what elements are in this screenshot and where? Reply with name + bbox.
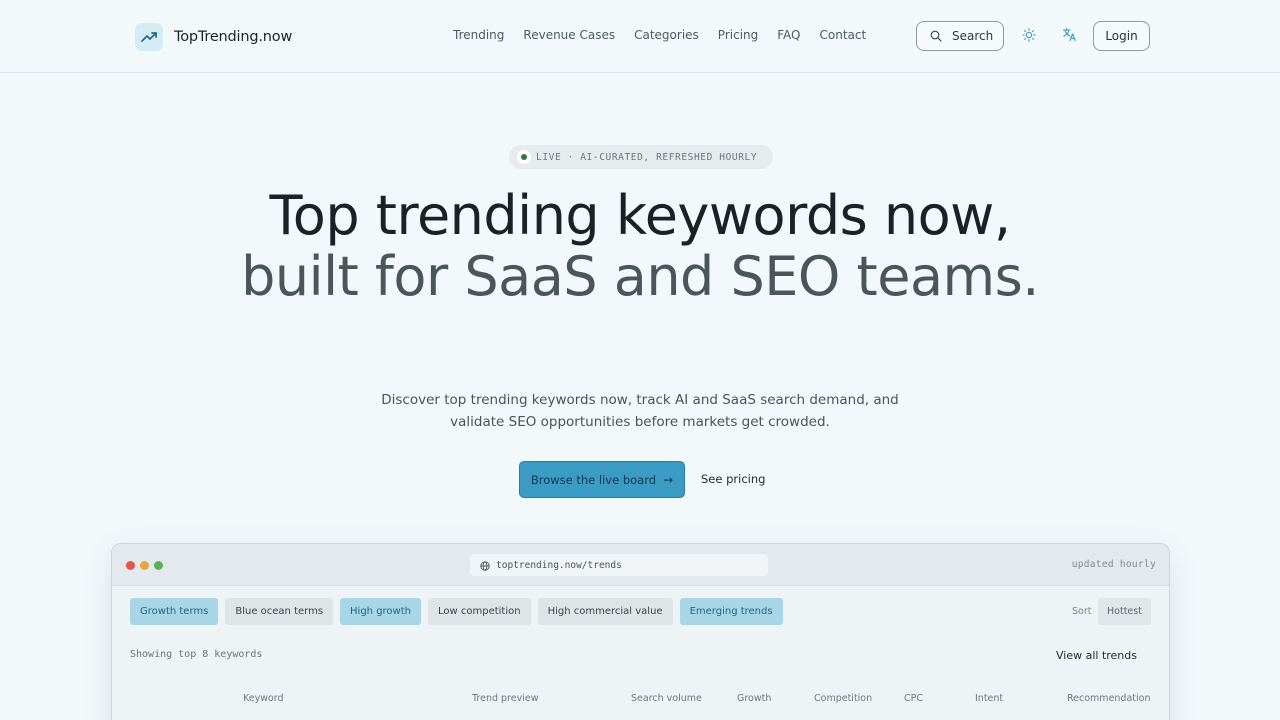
globe-icon — [480, 556, 490, 575]
updated-label: updated hourly — [1071, 559, 1156, 570]
sort-select[interactable]: Hottest — [1098, 598, 1151, 625]
sort-label: Sort — [1072, 606, 1092, 617]
window-minimize-dot — [140, 561, 149, 570]
live-badge-text: LIVE · AI-CURATED, REFRESHED HOURLY — [536, 151, 758, 163]
search-button[interactable]: Search — [916, 21, 1004, 51]
see-pricing-link[interactable]: See pricing — [701, 472, 765, 486]
nav-item-contact[interactable]: Contact — [820, 28, 867, 42]
showing-count: Showing top 8 keywords — [130, 649, 263, 660]
browse-live-board-button[interactable]: Browse the live board → — [519, 461, 685, 498]
sun-icon — [1022, 27, 1036, 46]
search-label: Search — [952, 29, 994, 43]
hero-title-line2: built for SaaS and SEO teams. — [241, 245, 1039, 308]
filter-chip-high-growth[interactable]: High growth — [340, 598, 421, 625]
url-text: toptrending.now/trends — [496, 559, 622, 571]
nav-item-trending[interactable]: Trending — [453, 28, 504, 42]
dashboard-preview: toptrending.now/trends updated hourly Gr… — [111, 543, 1170, 720]
view-all-trends-link[interactable]: View all trends — [1056, 649, 1137, 662]
trending-up-icon — [135, 23, 163, 51]
browse-live-board-label: Browse the live board — [530, 472, 657, 487]
column-header-intent[interactable]: Intent — [975, 693, 1003, 704]
column-header-search-volume[interactable]: Search volume — [631, 693, 702, 704]
hero-title-line1: Top trending keywords now, — [269, 184, 1011, 247]
column-header-trend-preview[interactable]: Trend preview — [472, 693, 538, 704]
filter-chip-growth-terms[interactable]: Growth terms — [130, 598, 219, 625]
filter-chips: Growth terms Blue ocean terms High growt… — [130, 598, 790, 625]
brand-name: TopTrending.now — [174, 29, 293, 45]
theme-toggle-button[interactable] — [1019, 26, 1039, 46]
nav-item-categories[interactable]: Categories — [634, 28, 699, 42]
hero-title: Top trending keywords now, built for Saa… — [140, 185, 1140, 307]
filter-chip-blue-ocean-terms[interactable]: Blue ocean terms — [225, 598, 334, 625]
main-nav: Trending Revenue Cases Categories Pricin… — [453, 28, 885, 42]
language-button[interactable] — [1059, 26, 1079, 46]
nav-item-revenue-cases[interactable]: Revenue Cases — [523, 28, 615, 42]
filter-chip-emerging-trends[interactable]: Emerging trends — [679, 598, 783, 625]
brand-logo[interactable]: TopTrending.now — [135, 23, 292, 51]
login-button[interactable]: Login — [1093, 21, 1150, 51]
nav-item-faq[interactable]: FAQ — [777, 28, 800, 42]
filter-chip-high-commercial-value[interactable]: High commercial value — [537, 598, 673, 625]
filter-chip-low-competition[interactable]: Low competition — [428, 598, 531, 625]
window-close-dot — [126, 561, 135, 570]
live-indicator — [517, 150, 531, 164]
nav-item-pricing[interactable]: Pricing — [718, 28, 758, 42]
hero-subtitle: Discover top trending keywords now, trac… — [381, 392, 899, 430]
column-header-recommendation[interactable]: Recommendation — [1067, 693, 1150, 704]
browser-toolbar: toptrending.now/trends updated hourly — [112, 544, 1169, 586]
arrow-right-icon: → — [663, 472, 674, 487]
column-header-competition[interactable]: Competition — [814, 693, 872, 704]
column-header-cpc[interactable]: CPC — [904, 693, 923, 704]
window-maximize-dot — [154, 561, 163, 570]
search-icon — [930, 27, 942, 46]
column-header-keyword[interactable]: Keyword — [243, 693, 284, 704]
live-badge: LIVE · AI-CURATED, REFRESHED HOURLY — [509, 145, 773, 169]
site-header: TopTrending.now Trending Revenue Cases C… — [0, 0, 1280, 73]
translate-icon — [1062, 27, 1077, 46]
column-header-growth[interactable]: Growth — [737, 693, 771, 704]
url-bar[interactable]: toptrending.now/trends — [470, 554, 768, 576]
